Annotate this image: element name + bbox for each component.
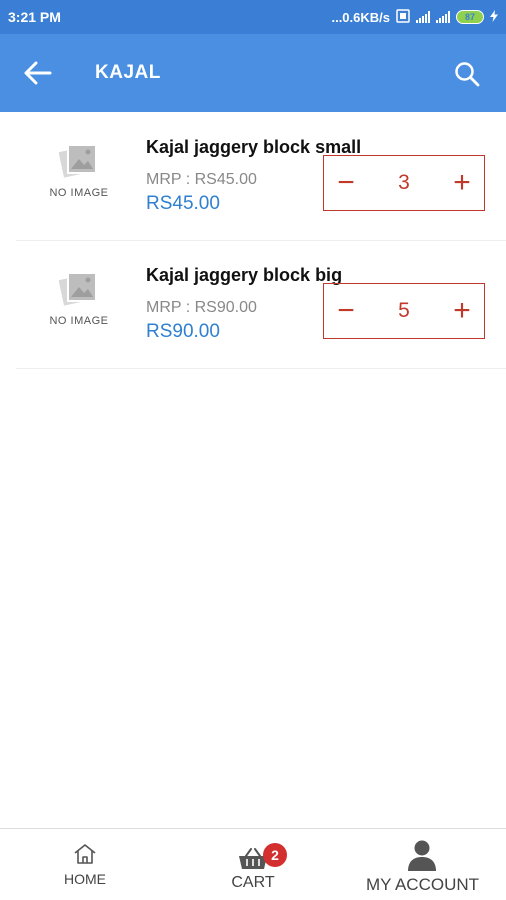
product-image-placeholder: NO IMAGE	[40, 269, 118, 339]
cart-badge: 2	[263, 843, 287, 867]
signal-icon	[416, 11, 430, 23]
search-button[interactable]	[454, 61, 480, 87]
user-icon	[408, 840, 436, 871]
page-title: KAJAL	[95, 62, 161, 83]
no-image-label: NO IMAGE	[49, 187, 109, 199]
product-price: RS45.00	[146, 193, 220, 214]
home-icon	[74, 844, 96, 864]
quantity-stepper: − 3 +	[323, 155, 485, 211]
nav-my-account-label: MY ACCOUNT	[365, 875, 480, 894]
product-image-placeholder: NO IMAGE	[40, 141, 118, 211]
arrow-left-icon	[24, 61, 52, 85]
signal-icon-2	[436, 11, 450, 23]
no-image-label: NO IMAGE	[49, 315, 109, 327]
app-bar: KAJAL	[0, 34, 506, 112]
product-mrp: MRP : RS90.00	[146, 299, 257, 316]
product-price: RS90.00	[146, 321, 220, 342]
product-mrp: MRP : RS45.00	[146, 171, 257, 188]
nav-cart-label: CART	[231, 874, 275, 891]
battery-icon: 87	[456, 10, 484, 24]
status-bar: 3:21 PM ...0.6KB/s 87	[0, 0, 506, 34]
back-button[interactable]	[24, 60, 52, 86]
nav-cart[interactable]: 2 CART	[215, 829, 295, 900]
nav-home[interactable]: HOME	[50, 829, 120, 900]
search-icon	[455, 62, 480, 87]
notification-icon	[396, 8, 410, 26]
status-time: 3:21 PM	[8, 9, 61, 25]
nav-home-label: HOME	[64, 871, 106, 887]
quantity-value: 3	[398, 171, 410, 194]
product-row[interactable]: NO IMAGE Kajal jaggery block big MRP : R…	[16, 241, 506, 369]
bottom-nav: HOME 2 CART MY ACCOUNT	[0, 828, 506, 900]
product-row[interactable]: NO IMAGE Kajal jaggery block small MRP :…	[16, 113, 506, 241]
decrement-button[interactable]: −	[324, 156, 368, 210]
no-image-icon	[58, 144, 97, 178]
charging-icon	[490, 9, 498, 25]
no-image-icon	[58, 272, 97, 306]
decrement-button[interactable]: −	[324, 284, 368, 338]
increment-button[interactable]: +	[440, 156, 484, 210]
quantity-stepper: − 5 +	[323, 283, 485, 339]
network-speed: ...0.6KB/s	[331, 9, 390, 25]
nav-my-account[interactable]: MY ACCOUNT	[355, 829, 490, 900]
product-name: Kajal jaggery block big	[146, 265, 343, 285]
status-icons: ...0.6KB/s 87	[331, 8, 498, 26]
increment-button[interactable]: +	[440, 284, 484, 338]
quantity-value: 5	[398, 299, 410, 322]
